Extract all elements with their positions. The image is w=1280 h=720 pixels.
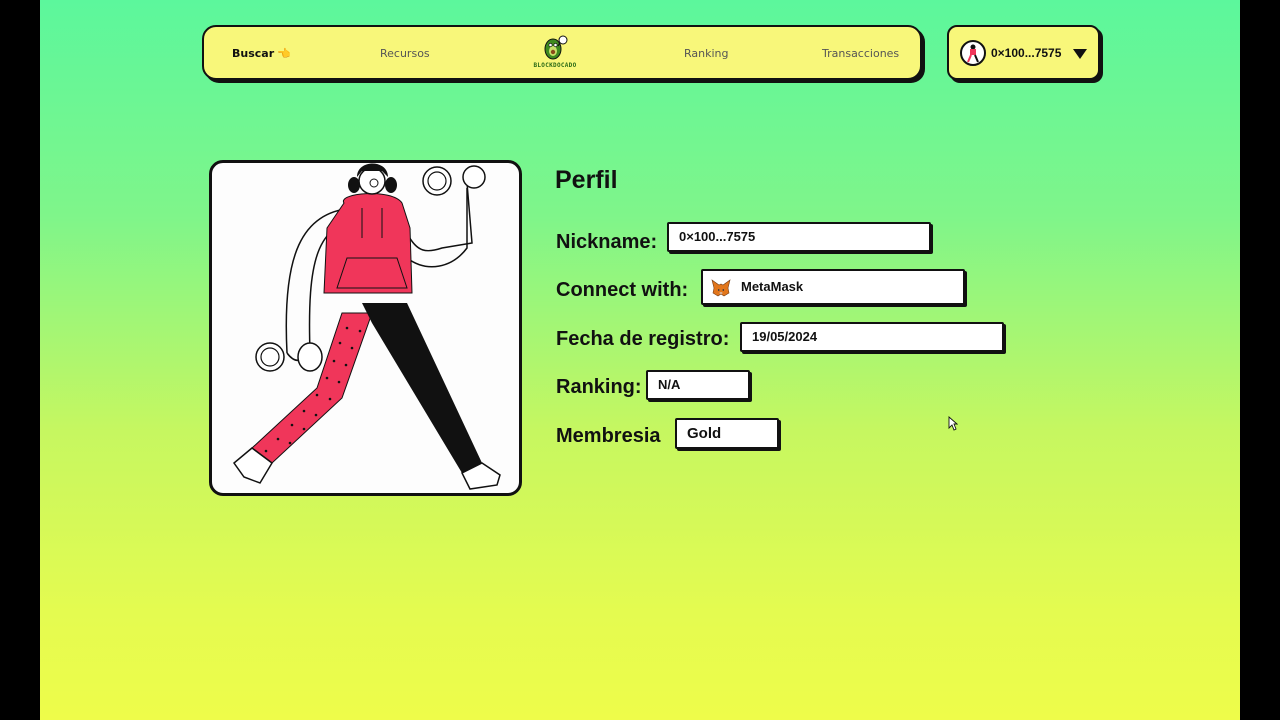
- wallet-address: 0×100...7575: [991, 46, 1062, 60]
- connect-with-value: MetaMask: [741, 279, 804, 294]
- avocado-mascot-icon: [544, 35, 568, 60]
- brand-logo[interactable]: BLOCKDOCADO: [522, 33, 588, 77]
- mouse-cursor-icon: [948, 416, 958, 431]
- membresia-field[interactable]: Gold: [675, 418, 779, 449]
- connect-with-label: Connect with:: [556, 279, 689, 301]
- walking-person-illustration: [232, 163, 501, 490]
- top-navbar: Buscar 👈 Recursos BLOCKDOCADO Ranking Tra…: [202, 25, 922, 80]
- ranking-field[interactable]: N/A: [646, 370, 750, 400]
- nickname-label: Nickname:: [556, 231, 658, 253]
- logo-text: BLOCKDOCADO: [533, 62, 577, 69]
- caret-down-icon: [1073, 49, 1087, 59]
- nav-transacciones-link[interactable]: Transacciones: [822, 47, 899, 60]
- wallet-avatar: [960, 40, 986, 66]
- profile-title: Perfil: [555, 166, 618, 194]
- nav-search-link[interactable]: Buscar 👈: [232, 47, 291, 60]
- wallet-dropdown-button[interactable]: 0×100...7575: [947, 25, 1100, 80]
- nav-recursos-link[interactable]: Recursos: [380, 47, 430, 60]
- ranking-label: Ranking:: [556, 376, 642, 398]
- profile-avatar-image: [209, 160, 522, 496]
- pointing-hand-icon: 👈: [277, 47, 291, 60]
- nav-ranking-link[interactable]: Ranking: [684, 47, 729, 60]
- metamask-fox-icon: [711, 278, 731, 296]
- fecha-registro-field[interactable]: 19/05/2024: [740, 322, 1004, 352]
- page-background: Buscar 👈 Recursos BLOCKDOCADO Ranking Tra…: [40, 0, 1240, 720]
- nav-search-label: Buscar: [232, 47, 275, 60]
- membresia-label: Membresia: [556, 425, 661, 447]
- nickname-field[interactable]: 0×100...7575: [667, 222, 931, 252]
- fecha-registro-label: Fecha de registro:: [556, 328, 730, 350]
- connect-with-field[interactable]: MetaMask: [701, 269, 965, 305]
